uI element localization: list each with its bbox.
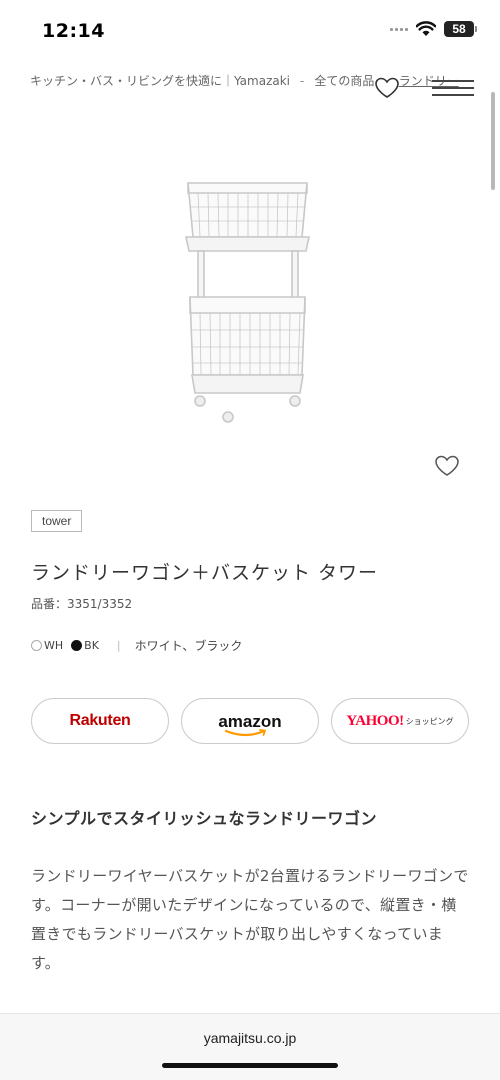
color-swatch-white[interactable]: WH — [31, 639, 63, 652]
amazon-logo: amazon — [218, 713, 282, 736]
color-dot-black — [71, 640, 83, 651]
product-description: ランドリーワイヤーバスケットが2台置けるランドリーワゴンです。コーナーが開いたデ… — [31, 867, 469, 972]
breadcrumb-item-all-products[interactable]: 全ての商品 — [314, 74, 374, 88]
wifi-icon — [416, 21, 436, 36]
breadcrumb-separator: - — [300, 74, 305, 88]
browser-address-bar[interactable]: yamajitsu.co.jp — [0, 1013, 500, 1080]
yahoo-logo: YAHOO! ショッピング — [346, 713, 453, 730]
color-swatch-black[interactable]: BK — [71, 639, 99, 652]
store-buttons: Rakuten amazon YAHOO! ショッピング — [31, 698, 469, 744]
status-bar: 12:14 58 — [0, 0, 500, 62]
rakuten-logo: Rakuten — [69, 712, 131, 729]
battery-icon: 58 — [444, 21, 477, 37]
heart-icon[interactable] — [374, 76, 400, 100]
status-time: 12:14 — [42, 20, 105, 42]
color-options: WH BK | ホワイト、ブラック — [31, 637, 242, 654]
color-code-black: BK — [84, 639, 99, 652]
scrollbar[interactable] — [491, 92, 495, 190]
amazon-smile-icon — [225, 728, 267, 736]
series-tag[interactable]: tower — [31, 510, 83, 532]
breadcrumb: キッチン・バス・リビングを快適に｜Yamazaki-全ての商品-ランドリー — [30, 72, 500, 89]
breadcrumb-item-home[interactable]: キッチン・バス・リビングを快適に｜Yamazaki — [30, 74, 290, 88]
yahoo-shopping-label: ショッピング — [405, 716, 454, 726]
status-indicators: 58 — [390, 21, 477, 37]
amazon-button[interactable]: amazon — [181, 698, 319, 744]
yahoo-shopping-button[interactable]: YAHOO! ショッピング — [331, 698, 469, 744]
divider: | — [116, 639, 121, 652]
color-code-white: WH — [44, 639, 64, 652]
cellular-signal-icon — [390, 27, 408, 31]
url-text[interactable]: yamajitsu.co.jp — [0, 1030, 500, 1046]
product-image — [185, 182, 310, 423]
yahoo-logo-text: YAHOO! — [346, 712, 404, 729]
product-title: ランドリーワゴン＋バスケット タワー — [31, 562, 379, 584]
color-dot-white — [31, 640, 42, 651]
menu-icon[interactable] — [432, 80, 474, 98]
section-title: シンプルでスタイリッシュなランドリーワゴン — [31, 809, 378, 828]
home-indicator[interactable] — [162, 1063, 338, 1068]
heart-icon[interactable] — [434, 454, 460, 478]
color-names: ホワイト、ブラック — [134, 639, 243, 653]
rakuten-button[interactable]: Rakuten — [31, 698, 169, 744]
product-code: 品番：3351/3352 — [31, 597, 133, 611]
